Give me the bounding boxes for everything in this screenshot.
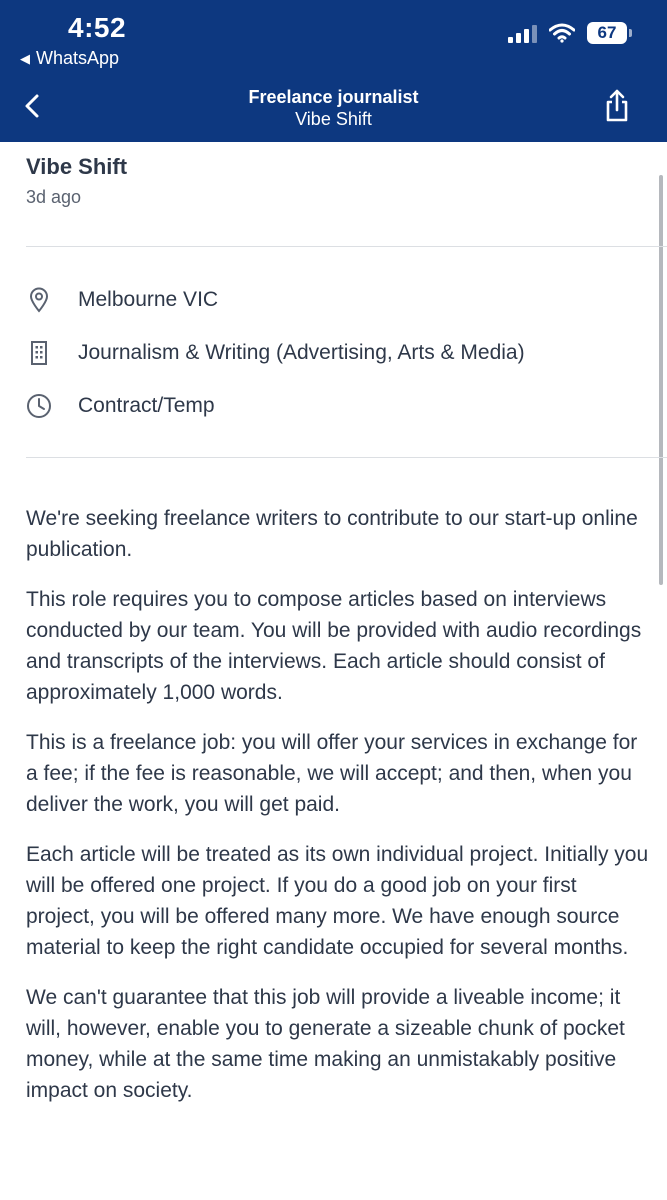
share-icon	[606, 89, 628, 122]
back-app-label: WhatsApp	[36, 48, 120, 68]
nav-title-block: Freelance journalist Vibe Shift	[150, 86, 517, 130]
description-paragraph: This is a freelance job: you will offer …	[26, 731, 638, 816]
back-chevron-icon	[25, 94, 39, 118]
company-name: Vibe Shift	[26, 154, 128, 179]
category-row: Journalism & Writing (Advertising, Arts …	[26, 340, 525, 366]
top-bar: 4:52 ◀ WhatsApp 67 Freelance journalist …	[0, 0, 667, 142]
status-icons: 67	[508, 22, 632, 44]
back-triangle-icon: ◀	[20, 50, 30, 66]
description-paragraph: We can't guarantee that this job will pr…	[26, 986, 625, 1102]
back-button[interactable]	[22, 86, 52, 126]
location-row: Melbourne VIC	[26, 287, 218, 313]
posted-date: 3d ago	[26, 187, 82, 207]
job-title: Freelance journalist	[248, 87, 419, 107]
signal-icon	[508, 23, 537, 43]
category-text: Journalism & Writing (Advertising, Arts …	[78, 341, 525, 364]
job-description: We're seeking freelance writers to contr…	[26, 503, 651, 1125]
description-paragraph: Each article will be treated as its own …	[26, 843, 649, 959]
clock-icon	[26, 393, 52, 419]
back-to-app-link[interactable]: ◀ WhatsApp	[20, 48, 119, 69]
share-button[interactable]	[601, 88, 633, 124]
building-icon	[26, 340, 52, 366]
location-text: Melbourne VIC	[78, 288, 219, 311]
wifi-icon	[549, 23, 575, 43]
job-company-subtitle: Vibe Shift	[295, 109, 372, 129]
battery-indicator: 67	[587, 22, 632, 44]
description-paragraph: This role requires you to compose articl…	[26, 588, 642, 704]
divider-top	[26, 246, 667, 247]
description-paragraph: We're seeking freelance writers to contr…	[26, 507, 638, 561]
scrollbar[interactable]	[659, 175, 663, 585]
work-type-row: Contract/Temp	[26, 393, 215, 419]
location-pin-icon	[26, 287, 52, 313]
divider-bottom	[26, 457, 667, 458]
work-type-text: Contract/Temp	[78, 394, 215, 417]
status-time: 4:52	[68, 12, 127, 43]
